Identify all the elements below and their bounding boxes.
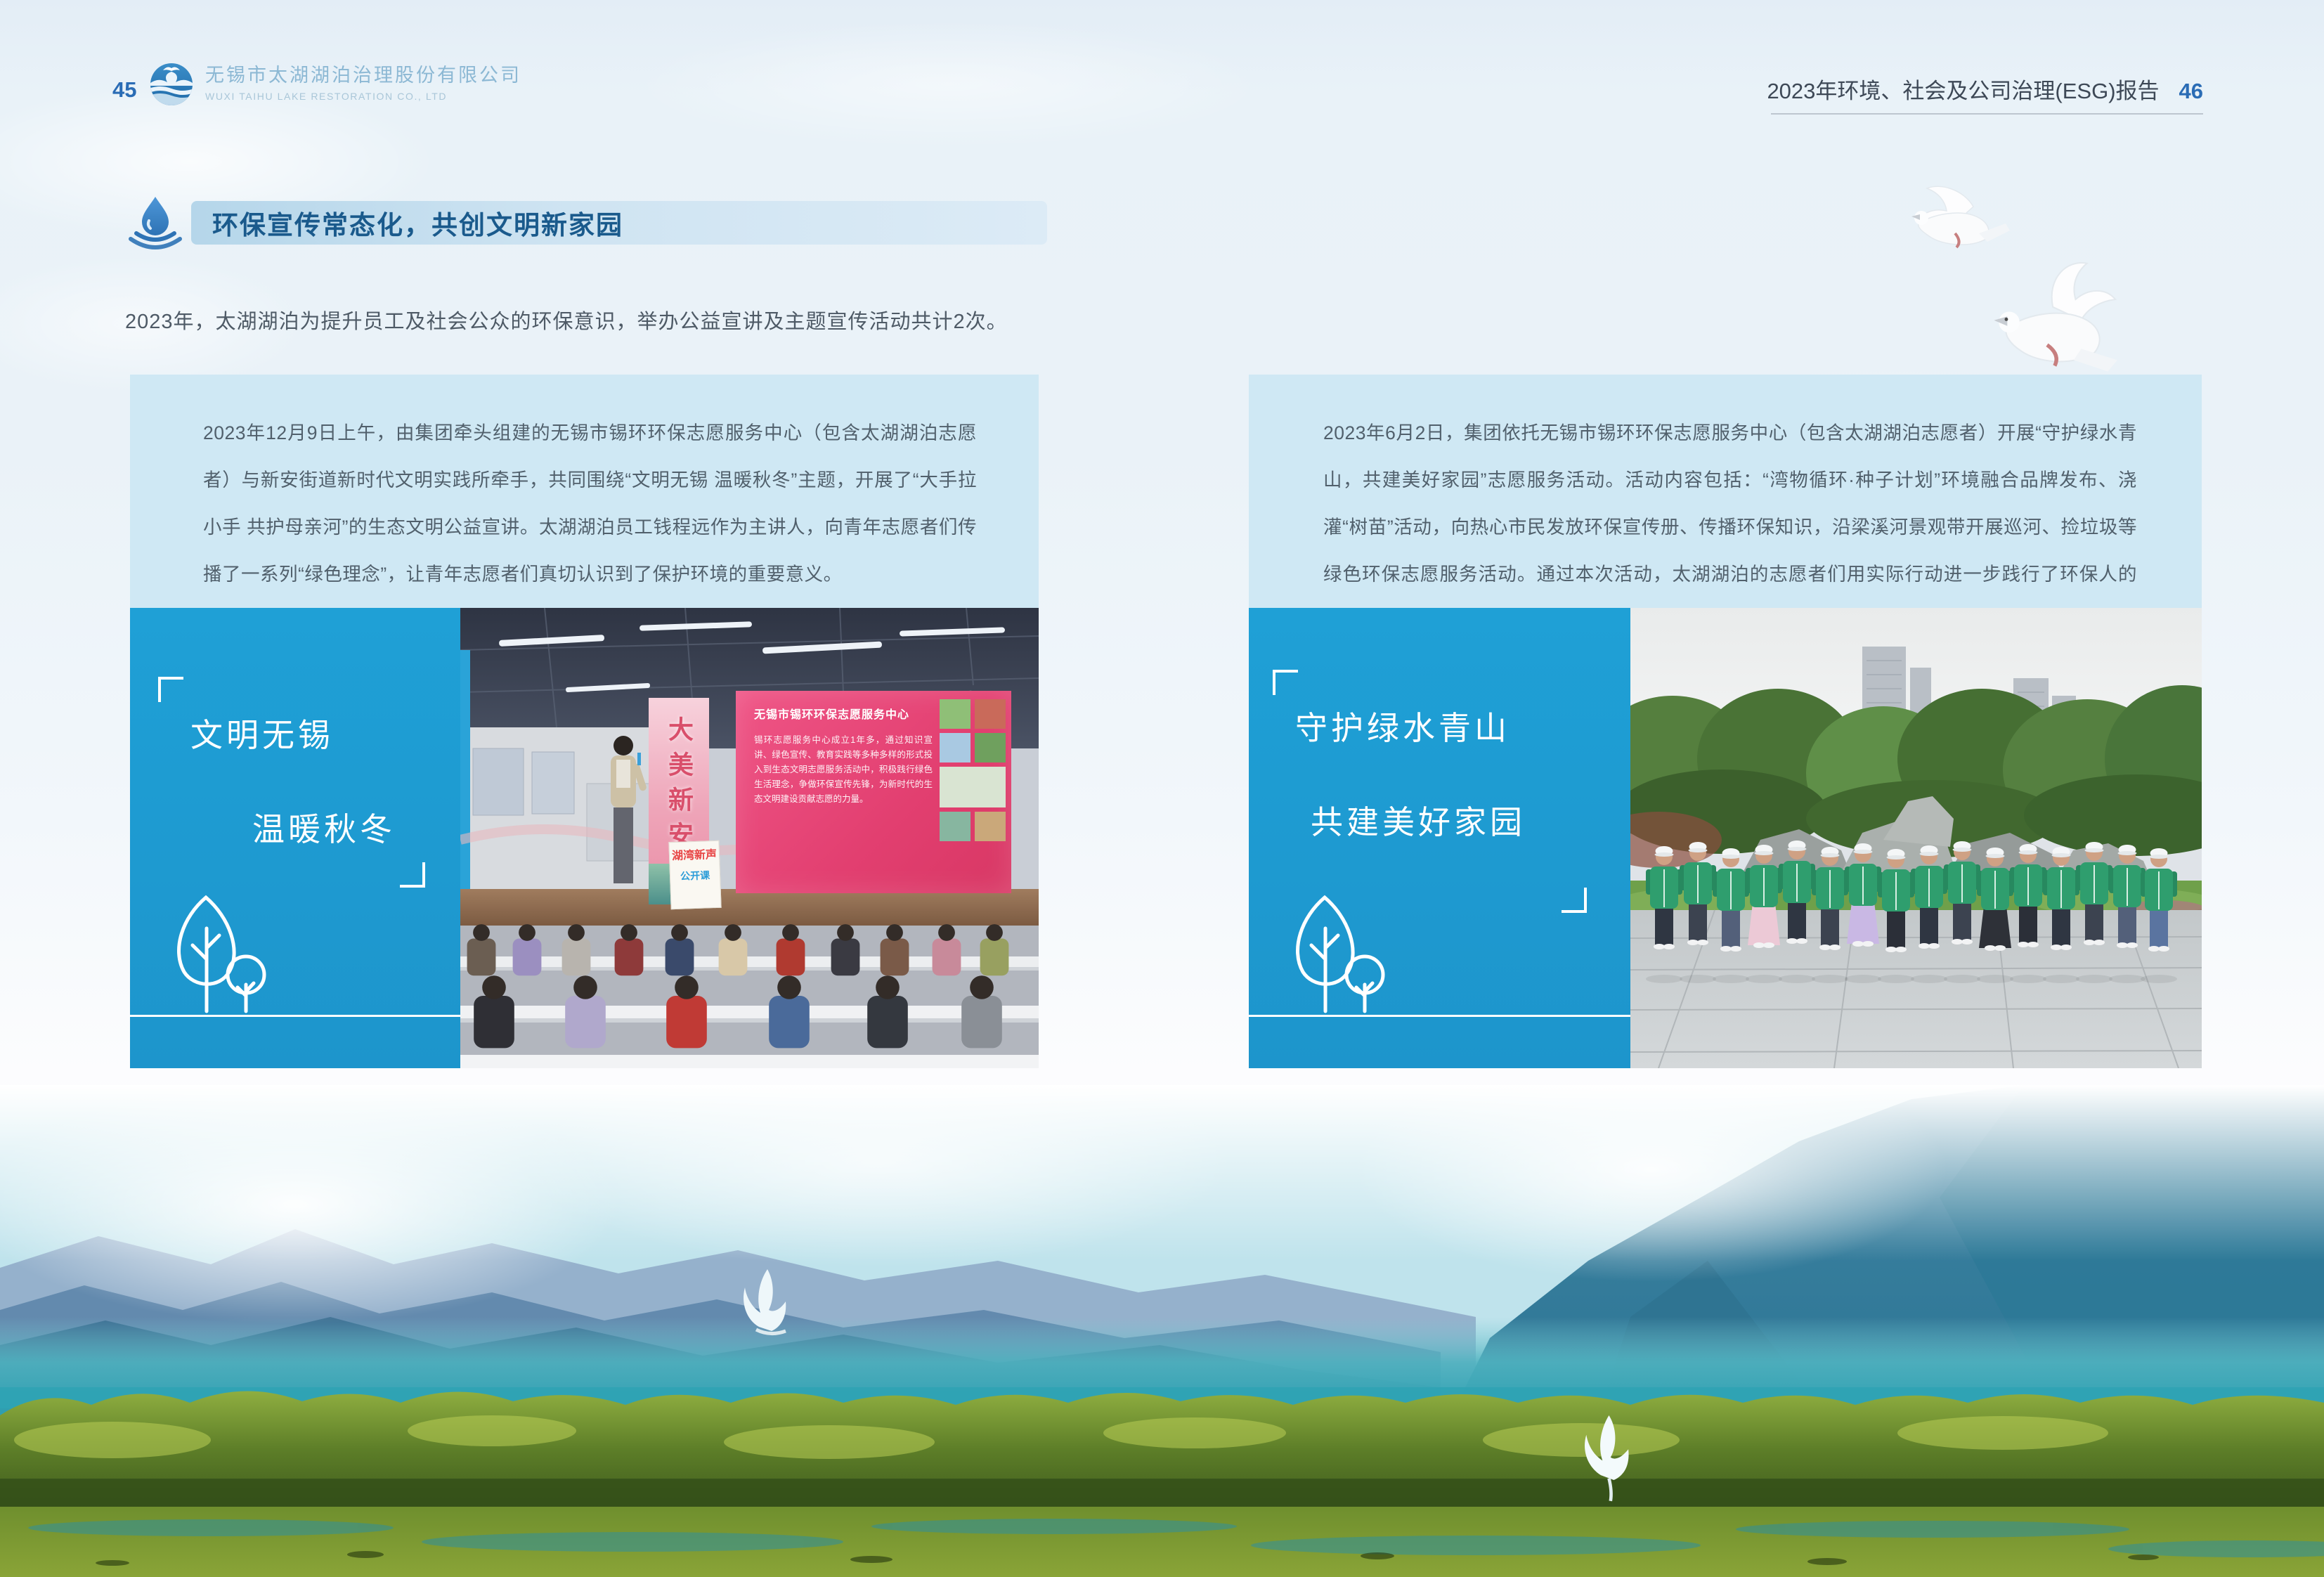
left-quote-line1: 文明无锡: [190, 717, 334, 753]
left-quote-panel: 文明无锡 温暖秋冬: [130, 608, 460, 1068]
led-screen: 无锡市锡环环保志愿服务中心 锡环志愿服务中心成立1年多，通过知识宣讲、绿色宣传、…: [736, 691, 1011, 893]
led-screen-title: 无锡市锡环环保志愿服务中心: [754, 705, 933, 722]
cloud-decoration: [632, 21, 1265, 148]
left-quote-line2: 温暖秋冬: [252, 813, 396, 845]
right-quote-panel: 守护绿水青山 共建美好家园: [1249, 608, 1630, 1068]
right-quote-line1: 守护绿水青山: [1295, 710, 1510, 746]
section-title: 环保宣传常态化，共创文明新家园: [212, 204, 623, 242]
water-drop-icon: [128, 194, 183, 250]
quote-bracket-open: [1273, 670, 1298, 695]
header-rule: [1771, 113, 2203, 115]
lecture-photo: 大美新安 无锡市锡环环保志愿服务中心 锡环志愿服务中心成立1年多，通过知识宣讲、…: [460, 608, 1039, 1068]
landscape-photo: [0, 1085, 2324, 1577]
report-header: 2023年环境、社会及公司治理(ESG)报告 46: [1767, 73, 2203, 105]
report-title: 2023年环境、社会及公司治理(ESG)报告: [1767, 79, 2159, 103]
left-quote: 文明无锡 温暖秋冬: [190, 719, 396, 845]
dove-small: [1911, 186, 2010, 247]
quote-bracket-close: [400, 862, 425, 888]
stage-sign: 湖湾新声 公开课: [668, 841, 721, 909]
right-quote-line2: 共建美好家园: [1311, 806, 1526, 838]
stage-sign-line1: 湖湾新声: [670, 848, 720, 864]
right-card-textbox: 2023年6月2日，集团依托无锡市锡环环保志愿服务中心（包含太湖湖泊志愿者）开展…: [1249, 375, 2202, 608]
dove-icon: [1906, 177, 2138, 402]
led-screen-body: 锡环志愿服务中心成立1年多，通过知识宣讲、绿色宣传、教育实践等多种多样的形式投入…: [754, 733, 933, 807]
left-card-paragraph: 2023年12月9日上午，由集团牵头组建的无锡市锡环环保志愿服务中心（包含太湖湖…: [130, 375, 1039, 598]
ground-line: [1249, 1015, 1630, 1017]
page-number-left: 45: [112, 77, 136, 103]
company-name-block: 无锡市太湖湖泊治理股份有限公司 WUXI TAIHU LAKE RESTORAT…: [205, 66, 521, 101]
led-screen-thumbnails: [940, 699, 1006, 841]
section-intro: 2023年，太湖湖泊为提升员工及社会公众的环保意识，举办公益宣讲及主题宣传活动共…: [125, 305, 1008, 335]
right-quote: 守护绿水青山 共建美好家园: [1295, 712, 1526, 838]
left-card-textbox: 2023年12月9日上午，由集团牵头组建的无锡市锡环环保志愿服务中心（包含太湖湖…: [130, 375, 1039, 608]
company-logo-icon: [149, 62, 194, 107]
right-card-paragraph: 2023年6月2日，集团依托无锡市锡环环保志愿服务中心（包含太湖湖泊志愿者）开展…: [1249, 375, 2202, 608]
tree-icon: [162, 892, 274, 1015]
volunteers-scene: [1630, 608, 2202, 1068]
company-name-zh: 无锡市太湖湖泊治理股份有限公司: [205, 66, 521, 85]
esg-report-spread: 45 无锡市太湖湖泊治理股份有限公司 WUXI TAIHU LAKE RESTO…: [0, 0, 2324, 1577]
quote-bracket-close: [1562, 888, 1587, 913]
dove-large: [1994, 263, 2117, 372]
page-number-right: 46: [2179, 79, 2203, 103]
ground-line: [130, 1015, 460, 1017]
stage-sign-line2: 公开课: [670, 868, 720, 883]
section-title-bar: 环保宣传常态化，共创文明新家园: [191, 201, 1047, 245]
company-name-en: WUXI TAIHU LAKE RESTORATION CO., LTD: [205, 91, 521, 101]
volunteers-photo: [1630, 608, 2202, 1068]
tree-icon: [1280, 892, 1393, 1015]
quote-bracket-open: [158, 677, 183, 702]
